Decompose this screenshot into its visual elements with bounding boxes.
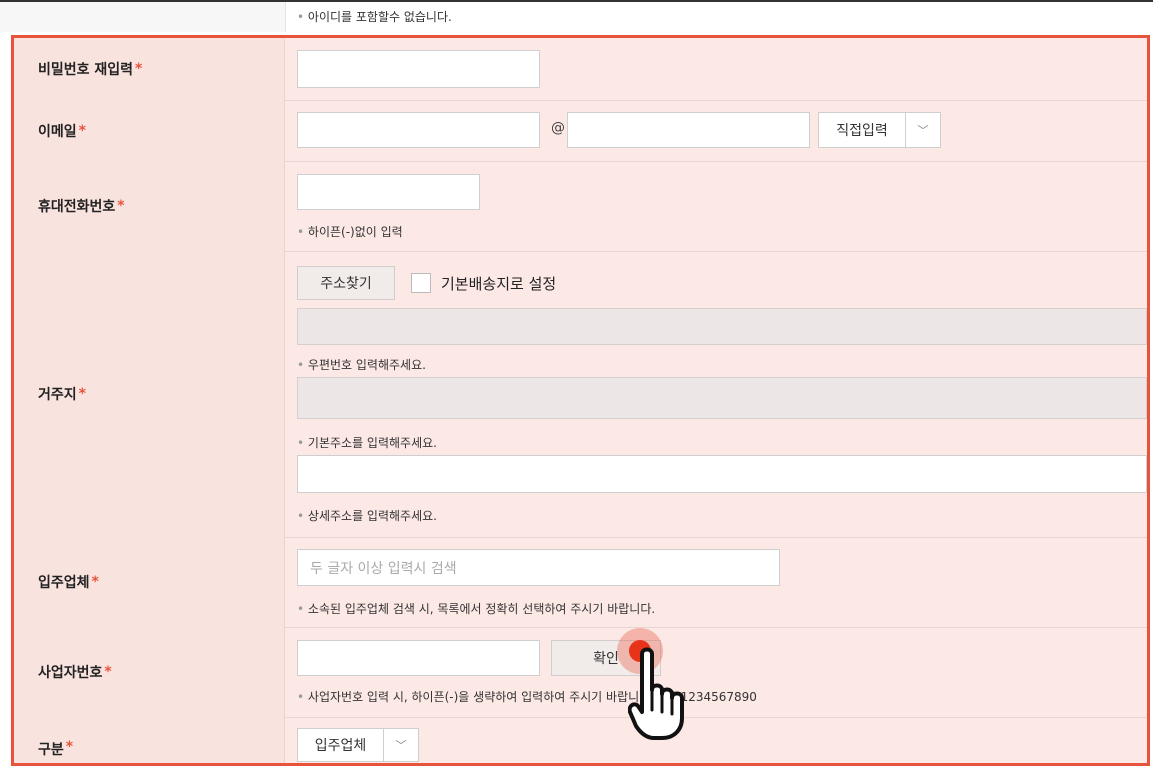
- password-confirm-label: 비밀번호 재입력: [38, 62, 134, 78]
- address-label: 거주지: [38, 387, 77, 403]
- category-select[interactable]: 입주업체 ﹀: [297, 728, 419, 762]
- company-search-input[interactable]: 두 글자 이상 입력시 검색: [297, 549, 780, 586]
- email-id-input[interactable]: [297, 112, 540, 148]
- row-business-number: 사업자번호* 확인 사업자번호 입력 시, 하이픈(-)을 생략하여 입력하여 …: [14, 627, 1147, 718]
- zipcode-input[interactable]: [297, 308, 1147, 345]
- company-label: 입주업체: [38, 575, 90, 591]
- mobile-help: 하이픈(-)없이 입력: [297, 223, 403, 240]
- row-mobile: 휴대전화번호* 하이픈(-)없이 입력: [14, 161, 1147, 252]
- highlighted-form-section: 비밀번호 재입력* 이메일* @ 직접입력 ﹀ 휴대전화번호* 하이픈(-)없이…: [11, 35, 1150, 766]
- address-search-button[interactable]: 주소찾기: [297, 266, 395, 300]
- base-address-input[interactable]: [297, 377, 1147, 419]
- label-column: [0, 2, 286, 32]
- category-label: 구분: [38, 742, 64, 758]
- hand-pointer-icon: [628, 647, 684, 740]
- company-help: 소속된 입주업체 검색 시, 목록에서 정확히 선택하여 주시기 바랍니다.: [297, 600, 655, 617]
- business-number-label: 사업자번호: [38, 665, 103, 681]
- row-company: 입주업체* 두 글자 이상 입력시 검색 소속된 입주업체 검색 시, 목록에서…: [14, 537, 1147, 628]
- default-address-checkbox[interactable]: [411, 273, 431, 293]
- base-address-help: 기본주소를 입력해주세요.: [297, 434, 437, 451]
- email-domain-select[interactable]: 직접입력 ﹀: [818, 112, 941, 148]
- id-help-text: 아이디를 포함할수 없습니다.: [297, 8, 452, 25]
- row-password-confirm: 비밀번호 재입력 *: [14, 38, 1147, 101]
- chevron-down-icon: ﹀: [917, 124, 929, 137]
- business-number-input[interactable]: [297, 640, 540, 676]
- mobile-input[interactable]: [297, 174, 480, 210]
- row-email: 이메일 * @ 직접입력 ﹀: [14, 100, 1147, 162]
- email-domain-input[interactable]: [567, 112, 810, 148]
- default-address-label: 기본배송지로 설정: [441, 275, 557, 293]
- chevron-down-icon: ﹀: [395, 739, 407, 752]
- zipcode-help: 우편번호 입력해주세요.: [297, 356, 426, 373]
- mobile-label: 휴대전화번호: [38, 199, 116, 215]
- email-label: 이메일: [38, 123, 77, 140]
- row-category: 구분 * 입주업체 ﹀: [14, 717, 1147, 763]
- at-sign: @: [551, 120, 565, 136]
- detail-address-input[interactable]: [297, 455, 1147, 493]
- password-confirm-input[interactable]: [297, 50, 540, 88]
- detail-address-help: 상세주소를 입력해주세요.: [297, 507, 437, 524]
- row-address: 거주지* 주소찾기 기본배송지로 설정 우편번호 입력해주세요. 기본주소를 입…: [14, 251, 1147, 538]
